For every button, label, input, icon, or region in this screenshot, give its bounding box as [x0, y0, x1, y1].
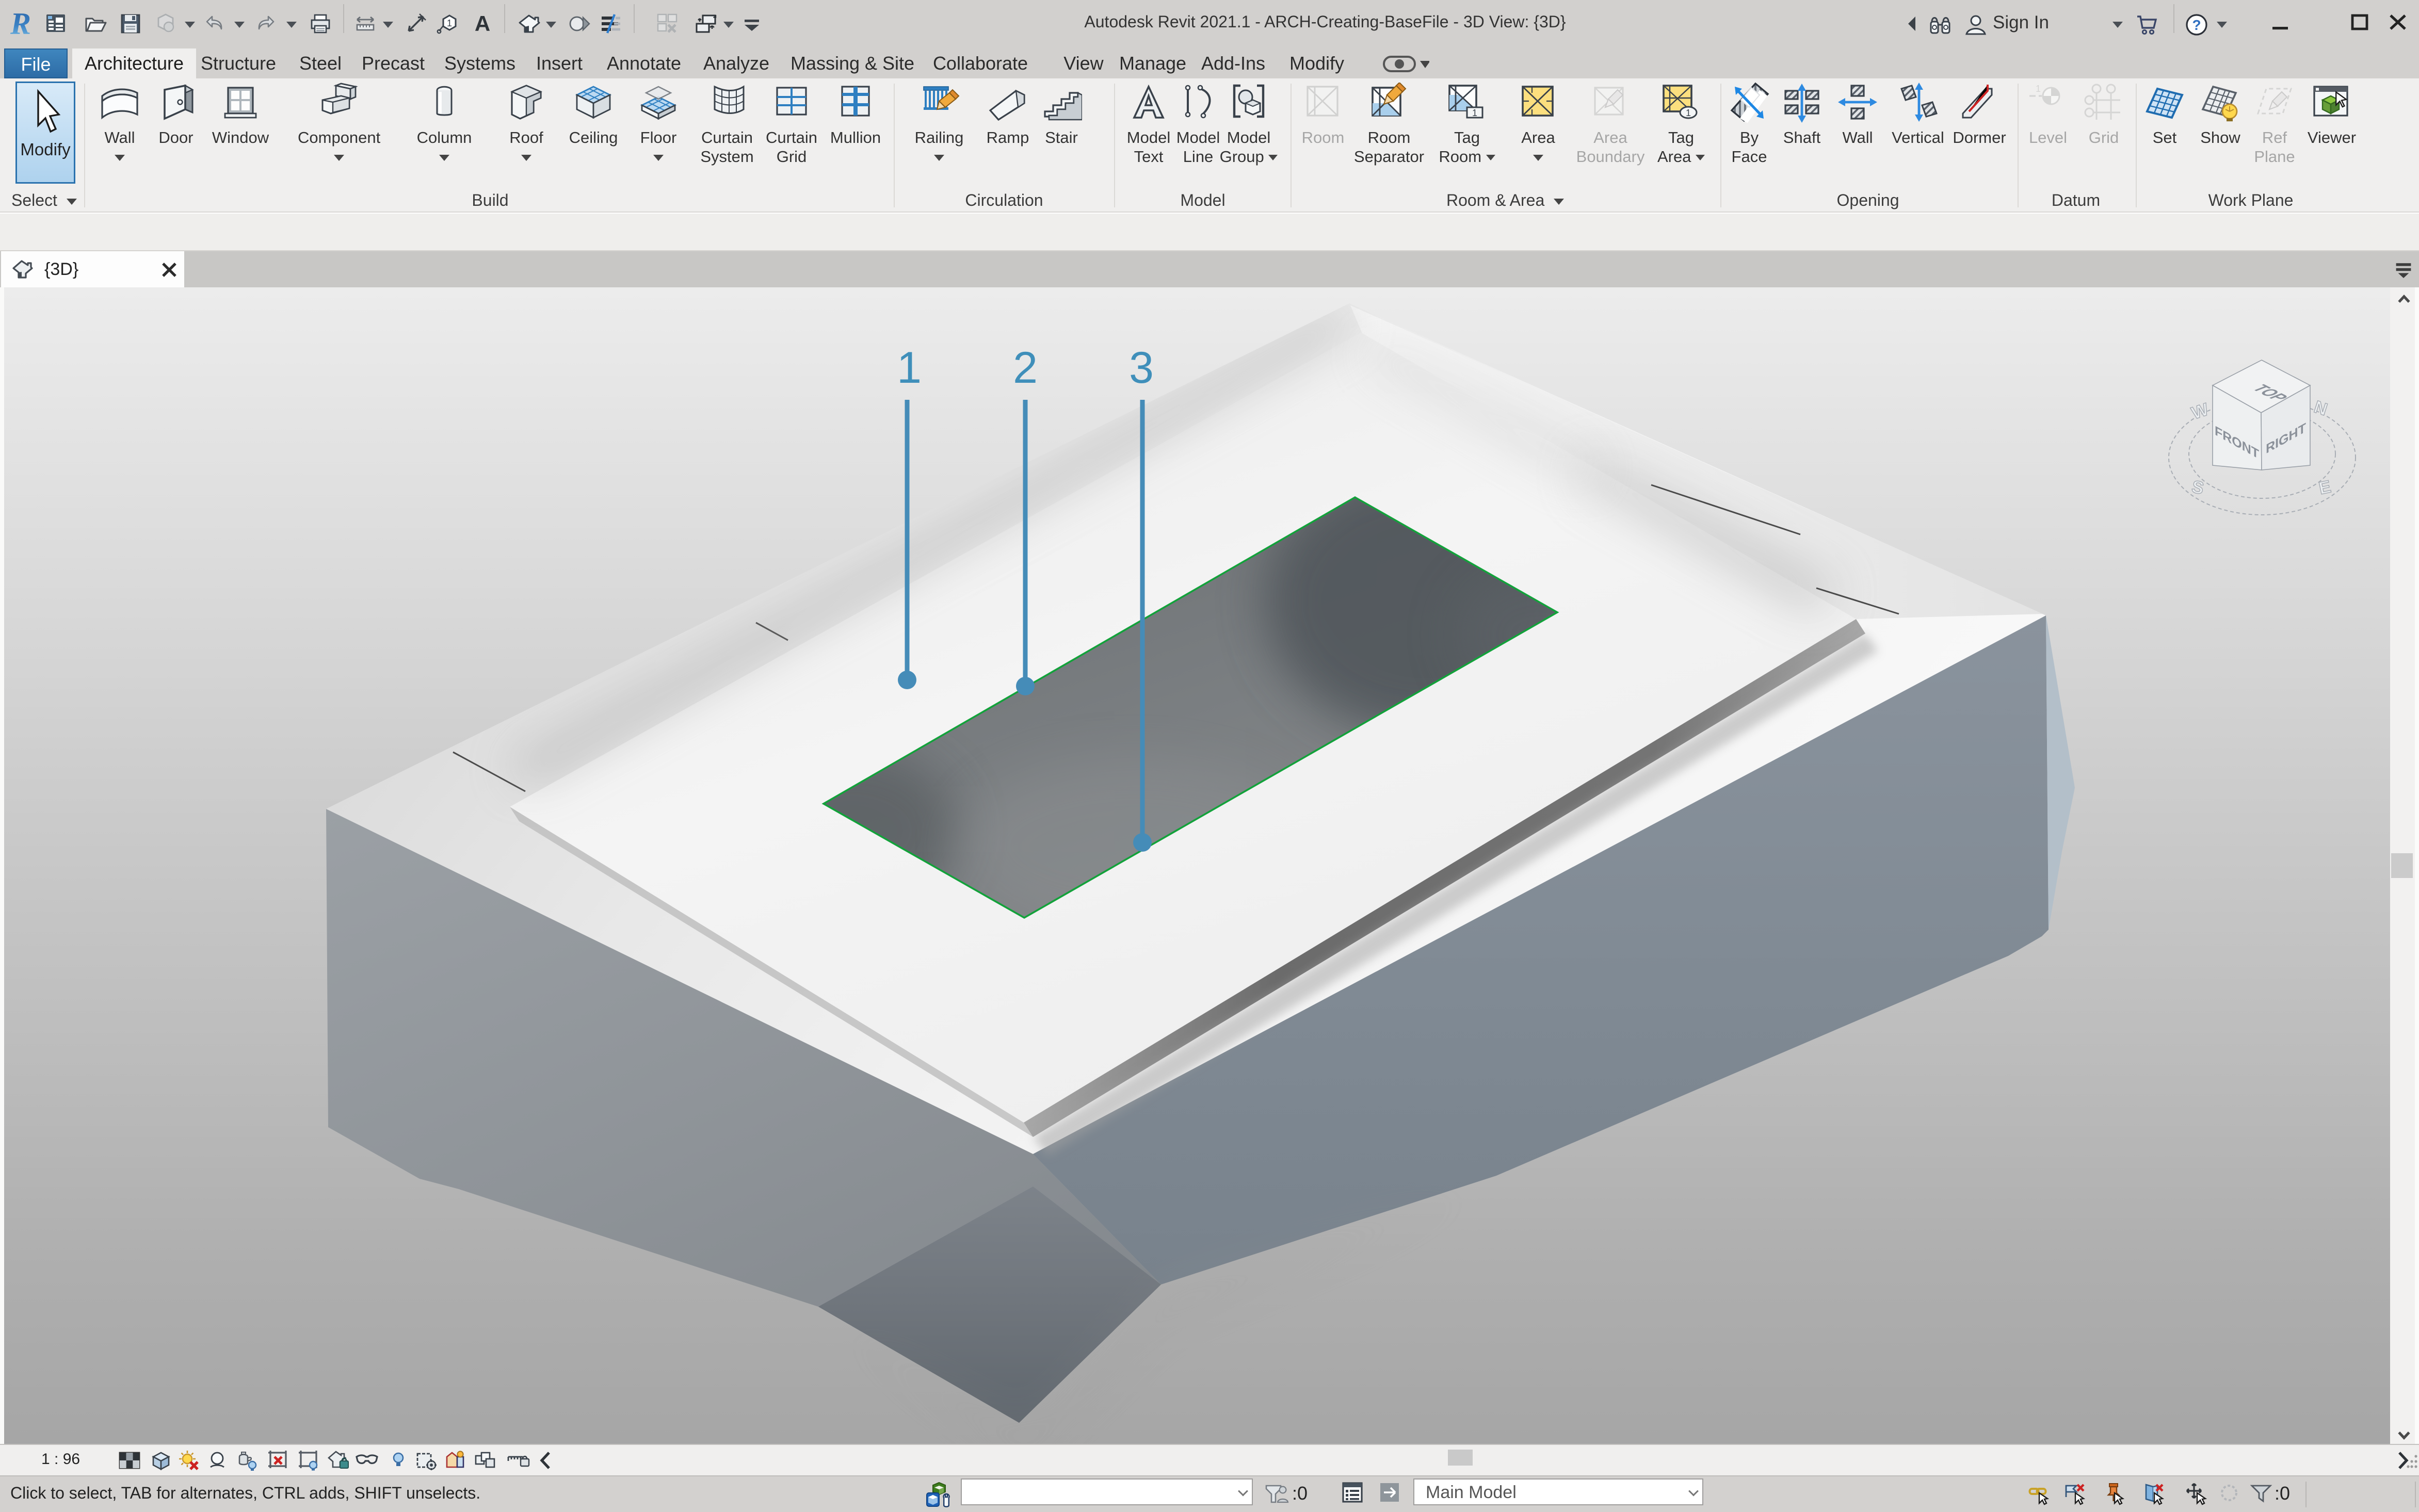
svg-text:3: 3 [1129, 343, 1154, 393]
svg-text:2: 2 [1013, 343, 1038, 393]
svg-text:?: ? [2192, 17, 2201, 33]
svg-text:S: S [2190, 477, 2205, 498]
svg-text:E: E [2317, 477, 2333, 498]
svg-text:1: 1 [897, 343, 922, 393]
